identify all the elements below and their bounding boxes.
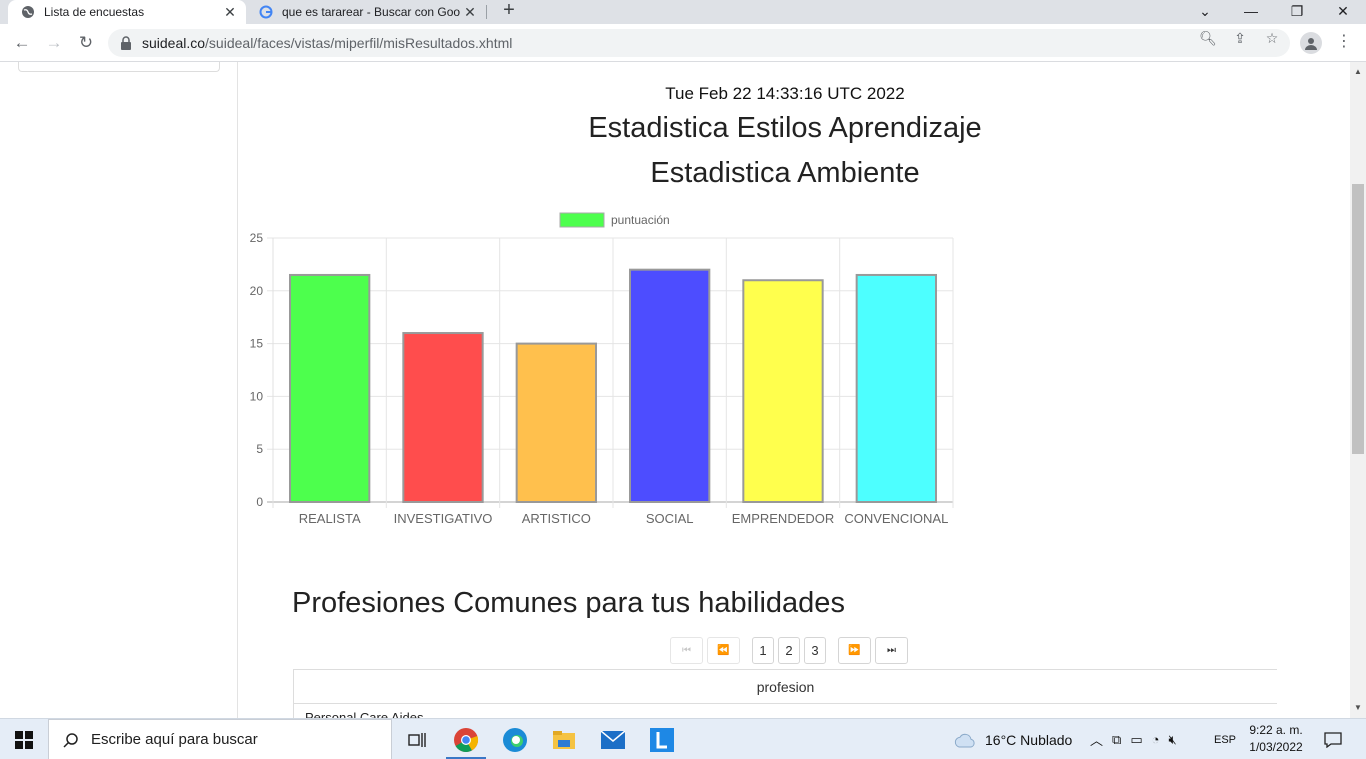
y-tick-label: 10 [250,389,264,403]
page-3-button[interactable]: 3 [804,637,826,664]
close-window-icon[interactable]: ✕ [1320,0,1366,22]
legend-swatch [559,212,605,228]
taskbar-search-input[interactable]: Escribe aquí para buscar [48,719,392,759]
windows-taskbar: Escribe aquí para buscar 16°C Nublado ︿ … [0,718,1366,759]
previous-page-button[interactable]: ⏪ [707,637,740,664]
bar-convencional [855,273,938,503]
x-tick-label: EMPRENDEDOR [732,511,835,526]
address-bar[interactable]: suideal.co/suideal/faces/vistas/miperfil… [108,29,1290,57]
tab-title: que es tararear - Buscar con Goo [282,5,460,19]
scroll-thumb[interactable] [1352,184,1364,454]
l-app-icon[interactable] [638,719,686,759]
bar-realista [289,273,371,503]
legend-label: puntuación [611,213,670,227]
browser-toolbar: ← → ↻ suideal.co/suideal/faces/vistas/mi… [0,24,1366,62]
task-view-icon[interactable] [393,719,441,759]
column-header-profesion[interactable]: profesion [294,670,1277,704]
y-tick-label: 25 [250,231,264,245]
close-tab-icon[interactable]: ✕ [460,2,480,22]
bookmark-star-icon[interactable]: ☆ [1263,29,1281,47]
vertical-scrollbar[interactable]: ▲ ▼ [1350,62,1366,718]
x-tick-label: INVESTIGATIVO [394,511,493,526]
scroll-up-arrow-icon[interactable]: ▲ [1350,64,1366,80]
restore-icon[interactable]: ❐ [1274,0,1320,22]
bar-artistico [515,342,597,503]
first-page-button[interactable]: ⏮ [670,637,703,664]
y-tick-label: 0 [256,495,263,509]
weather-widget[interactable]: 16°C Nublado [953,719,1072,759]
chart-svg: puntuación 0 5 10 15 20 25 REALISTA INVESTIGATIV… [250,212,954,526]
edge-app-icon[interactable] [491,719,539,759]
sidebar-panel [18,62,220,72]
next-page-button[interactable]: ⏩ [838,637,871,664]
windows-start-icon[interactable] [0,719,48,759]
notifications-icon[interactable] [1310,719,1356,759]
forward-arrow-icon[interactable]: → [42,31,66,55]
environment-bar-chart: puntuación 0 5 10 15 20 25 REALISTA INVESTIGATIV… [238,202,968,532]
y-tick-label: 5 [256,442,263,456]
search-placeholder: Escribe aquí para buscar [91,731,258,748]
new-tab-icon[interactable]: + [498,0,520,22]
bar-investigativo [402,332,484,503]
globe-icon [20,4,36,20]
environment-title: Estadistica Ambiente [650,157,920,189]
paginator: ⏮ ⏪ 1 2 3 ⏩ ⏭ [670,637,908,665]
x-tick-label: CONVENCIONAL [844,511,948,526]
page-content: Tue Feb 22 14:33:16 UTC 2022 Estadistica… [0,62,1350,718]
language-indicator[interactable]: ESP [1214,719,1236,759]
tab-title: Lista de encuestas [44,5,145,19]
system-tray-icons: ︿ ⧉ ▭ ◔ 🔇︎ [1090,719,1177,759]
tab-divider [486,5,487,19]
cloud-icon [954,733,975,747]
tab-lista-de-encuestas[interactable]: Lista de encuestas ✕ [8,0,246,24]
search-icon [63,732,78,748]
lock-icon [121,36,131,50]
url-text: suideal.co/suideal/faces/vistas/miperfil… [142,35,513,51]
bar-emprendedor [742,279,824,503]
clock-time: 9:22 a. m. [1249,723,1303,737]
volume-muted-icon[interactable]: 🔇︎ [1168,732,1176,748]
scroll-down-arrow-icon[interactable]: ▼ [1350,700,1366,716]
professions-title: Profesiones Comunes para tus habilidades [292,587,845,619]
minimize-icon[interactable]: — [1228,0,1274,22]
clock-date: 1/03/2022 [1249,740,1303,754]
report-timestamp: Tue Feb 22 14:33:16 UTC 2022 [665,84,905,103]
tray-chevron-up-icon[interactable]: ︿ [1090,730,1103,749]
x-tick-label: ARTISTICO [522,511,591,526]
tab-google-search[interactable]: que es tararear - Buscar con Goo ✕ [250,0,486,24]
back-arrow-icon[interactable]: ← [10,31,34,55]
google-icon [258,4,274,20]
table-row: Personal Care Aides [305,710,424,718]
zoom-icon[interactable]: 🔍︎ [1199,29,1217,47]
mail-app-icon[interactable] [589,719,637,759]
chrome-app-icon[interactable] [442,719,490,759]
battery-icon[interactable]: ▭ [1130,732,1142,748]
last-page-button[interactable]: ⏭ [875,637,908,664]
professions-table: profesion Personal Care Aides [293,669,1277,718]
x-tick-label: SOCIAL [646,511,694,526]
x-tick-label: REALISTA [299,511,361,526]
taskbar-clock[interactable]: 9:22 a. m. 1/03/2022 [1238,722,1314,756]
weather-text: 16°C Nublado [985,731,1073,748]
share-icon[interactable]: ⇪ [1231,29,1249,47]
menu-dots-icon[interactable]: ⋮ [1336,32,1352,54]
reload-icon[interactable]: ↻ [74,31,98,55]
profile-avatar-icon[interactable] [1300,32,1322,54]
close-tab-icon[interactable]: ✕ [220,2,240,22]
y-tick-label: 15 [250,337,264,351]
page-1-button[interactable]: 1 [752,637,774,664]
y-tick-label: 20 [250,284,264,298]
tab-search-chevron-icon[interactable]: ⌄ [1182,0,1228,22]
wifi-icon[interactable]: ◔ [1152,732,1160,747]
bar-social [629,268,711,504]
page-2-button[interactable]: 2 [778,637,800,664]
file-explorer-icon[interactable] [540,719,588,759]
learning-styles-title: Estadistica Estilos Aprendizaje [588,112,982,144]
meet-now-icon[interactable]: ⧉ [1112,732,1121,748]
browser-tab-strip: Lista de encuestas ✕ que es tararear - B… [0,0,1366,24]
